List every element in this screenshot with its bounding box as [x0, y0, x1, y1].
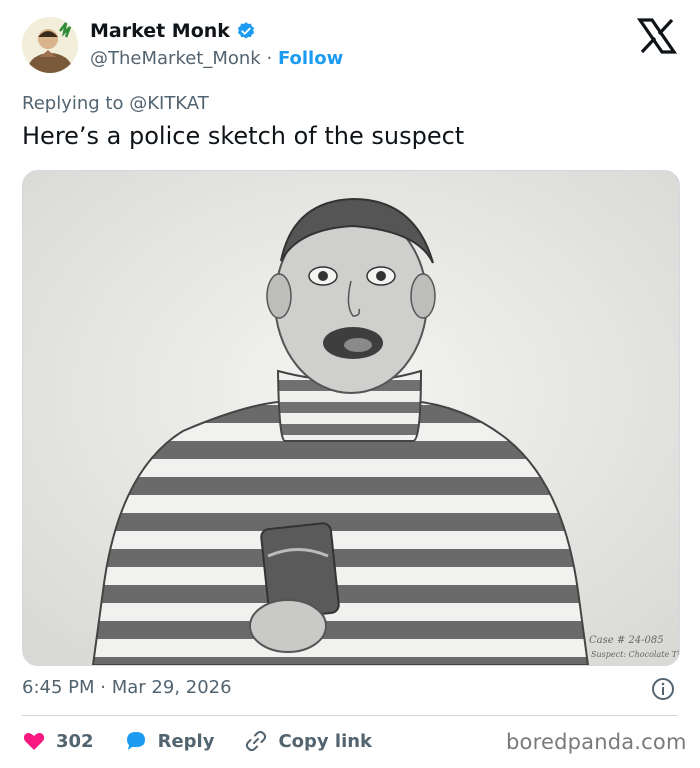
- copy-link-action[interactable]: Copy link: [244, 729, 372, 753]
- handle-separator: ·: [266, 48, 273, 69]
- case-number-note: Case # 24-085: [589, 635, 664, 646]
- reply-action[interactable]: Reply: [124, 729, 215, 753]
- case-suspect-note: Suspect: Chocolate Theft: [591, 650, 679, 659]
- author-avatar[interactable]: [22, 17, 78, 73]
- reply-prefix: Replying to: [22, 93, 130, 114]
- actions-divider: [22, 715, 678, 716]
- x-logo-icon[interactable]: [637, 18, 677, 54]
- verified-badge-icon: [237, 22, 255, 39]
- tweet-actions-bar: 302 Reply Copy link: [22, 726, 402, 756]
- author-name-row[interactable]: Market Monk: [90, 20, 256, 42]
- author-name[interactable]: Market Monk: [90, 20, 230, 42]
- tweet-date[interactable]: Mar 29, 2026: [112, 677, 232, 698]
- reply-mention-link[interactable]: @KITKAT: [129, 93, 209, 114]
- boredpanda-watermark: boredpanda.com: [506, 730, 687, 754]
- like-count: 302: [56, 730, 94, 752]
- police-sketch-illustration: Case # 24-085 Suspect: Chocolate Theft: [23, 171, 679, 665]
- author-handle[interactable]: @TheMarket_Monk: [90, 48, 261, 69]
- reply-context: Replying to @KITKAT: [22, 93, 209, 114]
- author-handle-row: @TheMarket_Monk · Follow: [90, 48, 343, 69]
- tweet-timestamp[interactable]: 6:45 PM · Mar 29, 2026: [22, 677, 232, 698]
- heart-icon[interactable]: [22, 729, 46, 753]
- reply-bubble-icon[interactable]: [124, 729, 148, 753]
- avatar-monk-illustration: [22, 17, 78, 73]
- reply-button-label[interactable]: Reply: [158, 731, 215, 752]
- tweet-time[interactable]: 6:45 PM: [22, 677, 95, 698]
- link-icon[interactable]: [244, 729, 268, 753]
- tweet-text: Here’s a police sketch of the suspect: [22, 122, 465, 150]
- tweet-media-image[interactable]: Case # 24-085 Suspect: Chocolate Theft: [22, 170, 680, 666]
- like-action[interactable]: 302: [22, 729, 94, 753]
- timestamp-separator: ·: [100, 677, 106, 698]
- follow-button[interactable]: Follow: [278, 48, 343, 69]
- copy-link-label[interactable]: Copy link: [278, 731, 372, 752]
- info-icon[interactable]: [651, 677, 675, 701]
